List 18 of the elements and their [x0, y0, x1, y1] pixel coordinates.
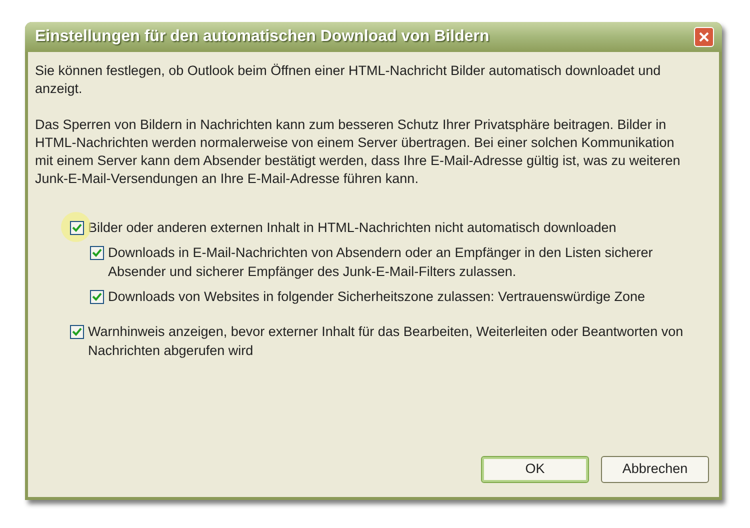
dialog-button[interactable]: OK	[481, 456, 589, 483]
checkmark-icon	[72, 223, 82, 232]
option-label: Bilder oder anderen externen Inhalt in HTML-Nachrichten nicht automatisch downloaden	[88, 219, 616, 237]
option-label: Warnhinweis anzeigen, bevor externer Inhalt für das Bearbeiten, Weiterleiten oder Beantworten von Nachrichten abgerufen wird	[88, 323, 684, 360]
option-label: Downloads in E-Mail-Nachrichten von Absendern oder an Empfänger in den Listen sicherer Absender und sicherer Empfänger des Junk-E-Mail-Filters zulassen.	[108, 244, 654, 281]
dialog-button[interactable]: Abbrechen	[601, 456, 709, 483]
close-button[interactable]	[694, 27, 714, 47]
checkbox[interactable]	[90, 290, 104, 304]
checkmark-icon	[92, 292, 102, 301]
checkmark-icon	[72, 327, 82, 336]
description-text: Sie können festlegen, ob Outlook beim Öffnen einer HTML-Nachricht Bilder automatisch downloadet und anzeigt.	[35, 62, 662, 98]
checkbox[interactable]	[70, 324, 84, 338]
checkmark-icon	[92, 248, 102, 257]
description-text: Das Sperren von Bildern in Nachrichten kann zum besseren Schutz Ihrer Privatsphäre beitragen. Bilder in HTML-Nachrichten werden normalerweise von einem Server übertragen. Bei einer solchen Kommunikation mit einem Server kann dem Absender bestätigt werden, dass Ihre E-Mail-Adresse gültig ist, was zu weiteren Junk-E-Mail-Versendungen an Ihre E-Mail-Adresse führen kann.	[35, 116, 682, 188]
checkbox[interactable]	[90, 246, 104, 260]
option-label: Downloads von Websites in folgender Sicherheitszone zulassen: Vertrauenswürdige Zone	[108, 288, 646, 306]
window-title: Einstellungen für den automatischen Download von Bildern	[35, 27, 490, 47]
close-icon	[699, 32, 709, 42]
